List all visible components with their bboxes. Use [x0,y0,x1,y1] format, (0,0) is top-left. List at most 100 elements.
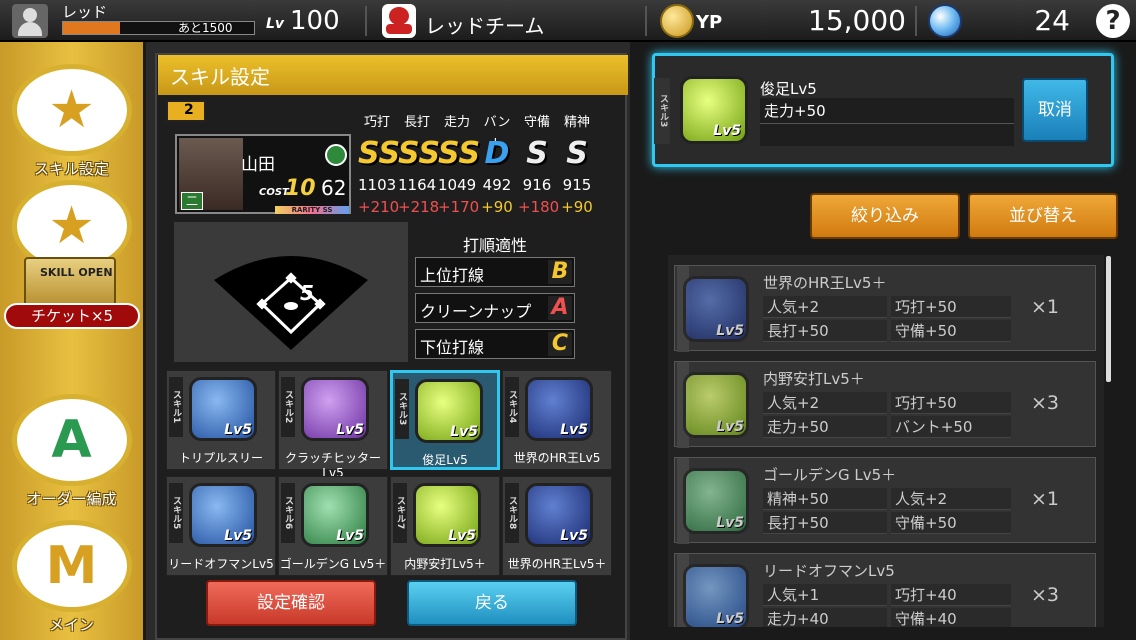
list-item-effect: 人気+2 [891,488,1011,510]
stat-grade: S [566,136,588,171]
skill-level: Lv5 [450,424,478,440]
stat-value: 915 [562,176,592,194]
skill-slot-8[interactable]: スキル8 Lv5 世界のHR王Lv5＋ [502,476,612,576]
list-item-effect: 長打+50 [763,512,887,534]
bat-skill-icon: Lv5 [189,483,257,547]
stat-value: 1103 [358,176,397,194]
exp-remaining: あと1500 [178,21,233,35]
order-grade: B [548,260,572,284]
skill-slot-1[interactable]: スキル1 Lv5 トリプルスリー [166,370,276,470]
list-scrollbar[interactable] [1106,256,1111,382]
list-item-name: 世界のHR王Lv5＋ [763,274,887,292]
skill-slot-4[interactable]: スキル4 Lv5 世界のHR王Lv5 [502,370,612,470]
stat-label: 守備 [523,115,550,130]
stat-label: 長打 [403,115,430,130]
player-name: 山田 [241,155,275,175]
skill-open-ticket[interactable]: SKILL OPEN [24,257,116,307]
skill-level: Lv5 [224,528,252,544]
top-bar: レッド あと1500 Lv 100 レッドチーム YP 15,000 24 ? [0,0,1136,42]
slot-skill-name: トリプルスリー [178,451,263,465]
yp-coin-icon [660,4,694,38]
selected-slot-tag: スキル3 [654,78,670,144]
sidebar: ★ スキル設定 ★ スキル作成 A オーダー編成 M メイン [0,42,143,640]
slot-tag: スキル5 [169,483,183,543]
slot-tag: スキル2 [281,377,295,437]
list-item-effect: 守備+50 [891,320,1011,342]
skill-level: Lv5 [716,611,744,627]
list-item-effect: 人気+1 [763,584,887,606]
pilot-badge: 2 [166,100,206,122]
list-item-effect: 人気+2 [763,392,887,414]
nav-main[interactable]: M メイン [0,520,143,635]
sort-button[interactable]: 並び替え [968,193,1118,239]
nav-label: オーダー編成 [26,490,117,508]
skill-level: Lv5 [336,422,364,438]
player-card[interactable]: 山田 COST 10 62 二 RARITY SS [175,134,351,214]
skill-level: Lv5 [560,422,588,438]
skill-slot-6[interactable]: スキル6 Lv5 ゴールデンG Lv5＋ [278,476,388,576]
help-button[interactable]: ? [1096,4,1130,38]
slot-skill-name: 世界のHR王Lv5＋ [507,557,607,571]
stat-grade: S [526,136,548,171]
confirm-settings-button[interactable]: 設定確認 [206,580,376,626]
stat-grade: SS [438,136,481,171]
player-level: 62 [321,176,347,200]
selected-skill-effect: 走力+50 [760,98,1014,124]
shoe-skill-icon: Lv5 [683,372,749,438]
slot-tag: スキル8 [505,483,519,543]
list-item[interactable]: Lv5 リードオフマンLv5 人気+1 巧打+40 走力+40 守備+40 ×3 [674,553,1096,627]
bat-skill-icon: Lv5 [525,377,593,441]
position-icon: 二 [181,192,203,210]
yp-value: 15,000 [808,4,906,37]
shoe-skill-icon: Lv5 [415,379,483,443]
order-label: 下位打線 [420,338,485,357]
stat-label: バント [483,115,511,152]
list-item-effect: 巧打+40 [891,584,1011,606]
cost-value: 10 [285,176,316,201]
nav-skill-settings[interactable]: ★ スキル設定 [0,64,143,179]
skill-slot-5[interactable]: スキル5 Lv5 リードオフマンLv5 [166,476,276,576]
back-button[interactable]: 戻る [407,580,577,626]
skill-slot-7[interactable]: スキル7 Lv5 内野安打Lv5＋ [390,476,500,576]
team-logo-icon [382,4,416,38]
list-item-count: ×1 [1031,488,1060,510]
m-logo-icon: M [11,520,132,612]
stat-column: 守備 S 916 +180 [518,112,560,218]
divider [365,6,367,36]
skill-level: Lv5 [336,528,364,544]
stat-value: 1049 [438,176,477,194]
list-item-effect: 守備+40 [891,608,1011,627]
user-avatar-icon[interactable] [12,4,48,38]
skill-slot-3[interactable]: スキル3 Lv5 俊足Lv5 [390,370,500,470]
list-item-effect: 巧打+50 [891,296,1011,318]
skill-level: Lv5 [448,528,476,544]
skill-level: Lv5 [716,419,744,435]
skill-list[interactable]: Lv5 世界のHR王Lv5＋ 人気+2 巧打+50 長打+50 守備+50 ×1 Lv5 内野安… [668,255,1104,627]
list-item[interactable]: Lv5 内野安打Lv5＋ 人気+2 巧打+50 走力+50 バント+50 ×3 [674,361,1096,448]
stat-value: 916 [522,176,552,194]
list-item-effect: 精神+50 [763,488,887,510]
stat-column: 精神 S 915 +90 [558,112,596,218]
slot-tag: スキル1 [169,377,183,437]
list-item[interactable]: Lv5 ゴールデンG Lv5＋ 精神+50 人気+2 長打+50 守備+50 ×1 [674,457,1096,544]
cancel-button[interactable]: 取消 [1022,78,1088,142]
bat-skill-icon: Lv5 [189,377,257,441]
stat-bonus: +180 [518,198,560,216]
stat-label: 走力 [443,115,470,130]
skill-slot-2[interactable]: スキル2 Lv5 クラッチヒッターLv5 [278,370,388,480]
bat-skill-icon: Lv5 [525,483,593,547]
list-item[interactable]: Lv5 世界のHR王Lv5＋ 人気+2 巧打+50 長打+50 守備+50 ×1 [674,265,1096,352]
panel-title: スキル設定 [158,55,628,95]
list-item-count: ×3 [1031,584,1060,606]
stat-column: バント D 492 +90 [478,112,516,218]
stat-grade: SS [398,136,441,171]
skill-level: Lv5 [716,323,744,339]
stat-label: 精神 [563,115,590,130]
list-item-effect: 守備+50 [891,512,1011,534]
nav-order[interactable]: A オーダー編成 [0,394,143,509]
list-item-name: 内野安打Lv5＋ [763,370,865,388]
filter-button[interactable]: 絞り込み [810,193,960,239]
stat-grade: D [484,136,510,171]
list-item-effect: バント+50 [891,416,1011,438]
skill-level: Lv5 [716,515,744,531]
